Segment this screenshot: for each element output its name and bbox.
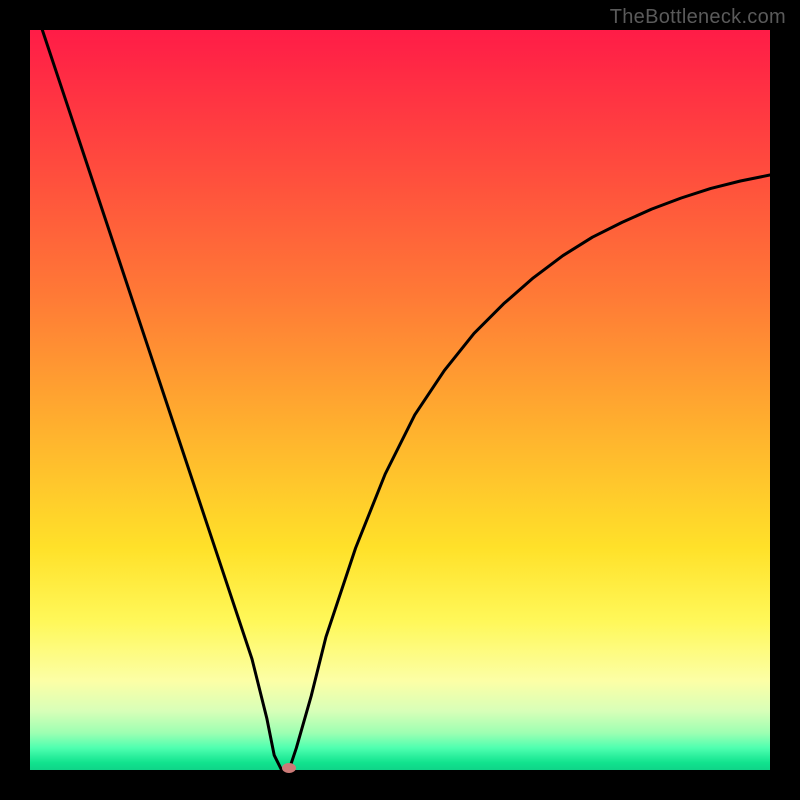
watermark-text: TheBottleneck.com: [610, 6, 786, 29]
bottleneck-curve: [30, 30, 770, 770]
optimal-point-marker: [282, 763, 296, 773]
plot-area: [30, 30, 770, 770]
chart-frame: TheBottleneck.com: [0, 0, 800, 800]
